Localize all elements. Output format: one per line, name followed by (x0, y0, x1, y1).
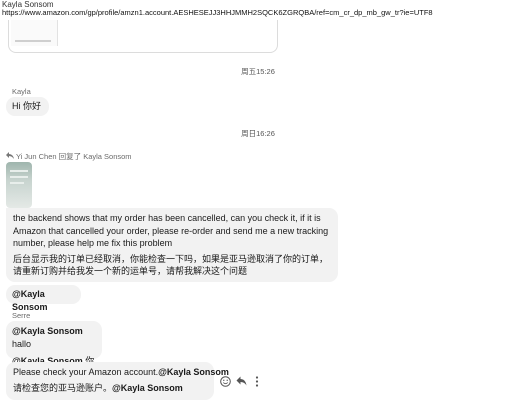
timestamp-fri: 周五15:26 (241, 67, 275, 76)
message-serre[interactable]: @Kayla Sonsom hallo @Kayla Sonsom 你好 (6, 321, 102, 379)
reply-arrow-icon (6, 152, 16, 161)
quoted-image-thumbnail[interactable] (6, 162, 32, 208)
serre-line-1: @Kayla Sonsom hallo (12, 325, 96, 350)
mention-kayla[interactable]: @Kayla Sonsom (112, 383, 183, 393)
last-line-1: Please check your Amazon account.@Kayla … (13, 366, 229, 379)
reply-header-text: Yi Jun Chen 回复了 Kayla Sonsom (15, 152, 132, 161)
message-hi[interactable]: Hi 你好 (6, 97, 49, 116)
reply-message[interactable]: the backend shows that my order has been… (6, 208, 338, 282)
reply-header: Yi Jun Chen 回复了 Kayla Sonsom (6, 151, 132, 162)
mention-kayla[interactable]: @Kayla Sonsom (12, 289, 48, 312)
more-icon[interactable] (251, 376, 263, 388)
mention-kayla[interactable]: @Kayla Sonsom (12, 326, 83, 336)
last-line-2-text: 请检查您的亚马逊账户。 (13, 382, 113, 393)
timestamp-sun: 周日16:26 (241, 129, 275, 138)
top-quote-url[interactable]: https://www.amazon.com/gp/profile/amzn1.… (2, 8, 433, 17)
link-preview-thumbnail (11, 20, 58, 46)
last-line-2: 请检查您的亚马逊账户。@Kayla Sonsom (13, 382, 207, 395)
serre-line-1-text: hallo (12, 338, 32, 349)
link-preview-card[interactable] (8, 20, 278, 53)
sender-serre: Serre (12, 311, 31, 320)
reply-message-english: the backend shows that my order has been… (13, 213, 329, 248)
emoji-icon[interactable] (219, 376, 231, 388)
mention-message[interactable]: @Kayla Sonsom (6, 285, 81, 312)
reply-message-chinese: 后台显示我的订单已经取消，你能检查一下吗，如果是亚马逊取消了你的订单，请重新订购… (13, 253, 329, 277)
message-hi-text: Hi 你好 (12, 101, 41, 111)
sender-kayla: Kayla (12, 87, 31, 96)
last-line-1-text: Please check your Amazon account. (13, 367, 159, 377)
message-last[interactable]: Please check your Amazon account. @Kayla … (6, 362, 229, 400)
reply-icon[interactable] (235, 376, 247, 388)
